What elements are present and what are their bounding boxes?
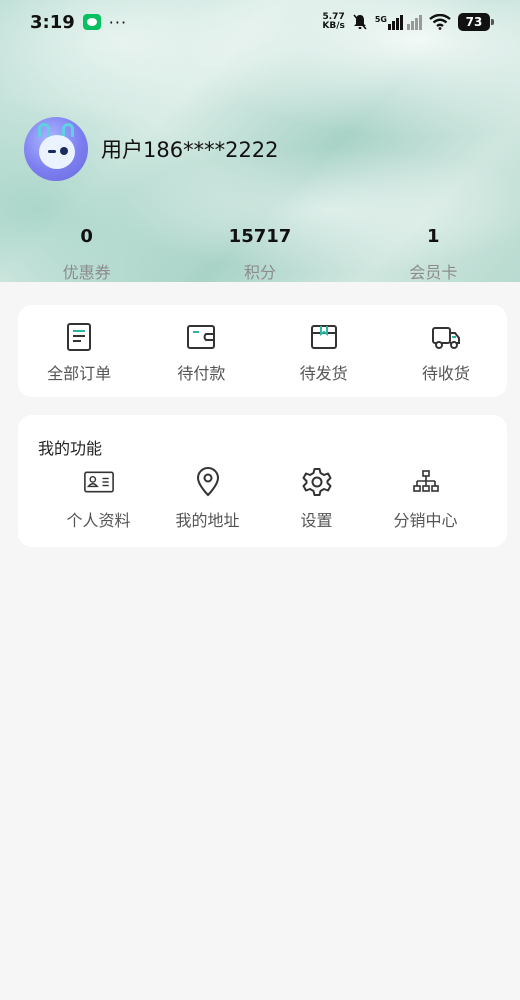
feature-address-button[interactable]: 我的地址 <box>153 467 262 531</box>
stat-member-cards[interactable]: 1 会员卡 <box>347 226 520 283</box>
order-to-ship-button[interactable]: 待发货 <box>263 305 385 397</box>
status-left: 3:19 ··· <box>30 12 127 33</box>
id-card-icon <box>83 471 114 493</box>
avatar-antler-right <box>62 123 74 137</box>
feature-label: 设置 <box>300 511 333 530</box>
stat-value: 1 <box>427 226 440 247</box>
feature-profile-button[interactable]: 个人资料 <box>44 467 153 531</box>
signal-icon: 5G <box>374 14 422 30</box>
signal-label: 5G <box>374 14 387 24</box>
avatar-face <box>39 135 75 169</box>
location-pin-icon <box>196 467 219 497</box>
order-label: 待发货 <box>299 364 348 383</box>
org-chart-icon <box>412 470 439 492</box>
status-bar: 3:19 ··· 5.77 KB/s 5G 73 <box>0 0 520 44</box>
stat-coupons[interactable]: 0 优惠券 <box>0 226 173 283</box>
net-speed: 5.77 KB/s <box>322 13 344 31</box>
order-label: 待付款 <box>177 364 226 383</box>
mute-bell-icon <box>353 14 367 30</box>
avatar[interactable] <box>24 117 88 181</box>
document-icon <box>67 323 92 351</box>
order-unpaid-button[interactable]: 待付款 <box>140 305 262 397</box>
wallet-icon <box>187 325 216 349</box>
feature-label: 我的地址 <box>175 511 240 530</box>
avatar-wink-eye <box>48 150 56 153</box>
gear-icon <box>302 468 331 496</box>
features-title: 我的功能 <box>38 439 103 458</box>
stat-points[interactable]: 15717 积分 <box>173 226 346 283</box>
order-label: 全部订单 <box>47 364 112 383</box>
feature-row: 个人资料 我的地址 设置 分销中心 <box>44 467 480 531</box>
truck-icon <box>431 327 460 349</box>
battery-icon: 73 <box>458 13 494 31</box>
order-label: 待收货 <box>421 364 470 383</box>
stat-label: 优惠券 <box>62 263 111 282</box>
box-icon <box>310 325 337 349</box>
features-card: 我的功能 个人资料 我的地址 设置 分销中心 <box>18 415 507 547</box>
order-all-button[interactable]: 全部订单 <box>18 305 140 397</box>
net-speed-unit: KB/s <box>322 21 345 31</box>
feature-label: 个人资料 <box>66 511 131 530</box>
avatar-eye <box>60 147 68 155</box>
stat-label: 会员卡 <box>409 263 458 282</box>
wechat-icon <box>82 14 101 30</box>
stat-value: 0 <box>80 226 93 247</box>
more-icon: ··· <box>108 12 128 32</box>
order-to-receive-button[interactable]: 待收货 <box>385 305 507 397</box>
stats-row: 0 优惠券 15717 积分 1 会员卡 <box>0 226 520 283</box>
feature-settings-button[interactable]: 设置 <box>262 467 371 531</box>
profile-header[interactable]: 用户186****2222 <box>24 117 279 181</box>
status-right: 5.77 KB/s 5G 73 <box>322 13 494 31</box>
stat-label: 积分 <box>243 263 276 282</box>
user-name: 用户186****2222 <box>101 138 279 162</box>
feature-distribution-button[interactable]: 分销中心 <box>371 467 480 531</box>
feature-label: 分销中心 <box>393 511 458 530</box>
status-time: 3:19 <box>30 11 75 33</box>
orders-card: 全部订单 待付款 待发货 待收货 <box>18 305 507 397</box>
avatar-antler-left <box>38 123 50 137</box>
wifi-icon <box>429 14 451 30</box>
stat-value: 15717 <box>228 226 292 247</box>
